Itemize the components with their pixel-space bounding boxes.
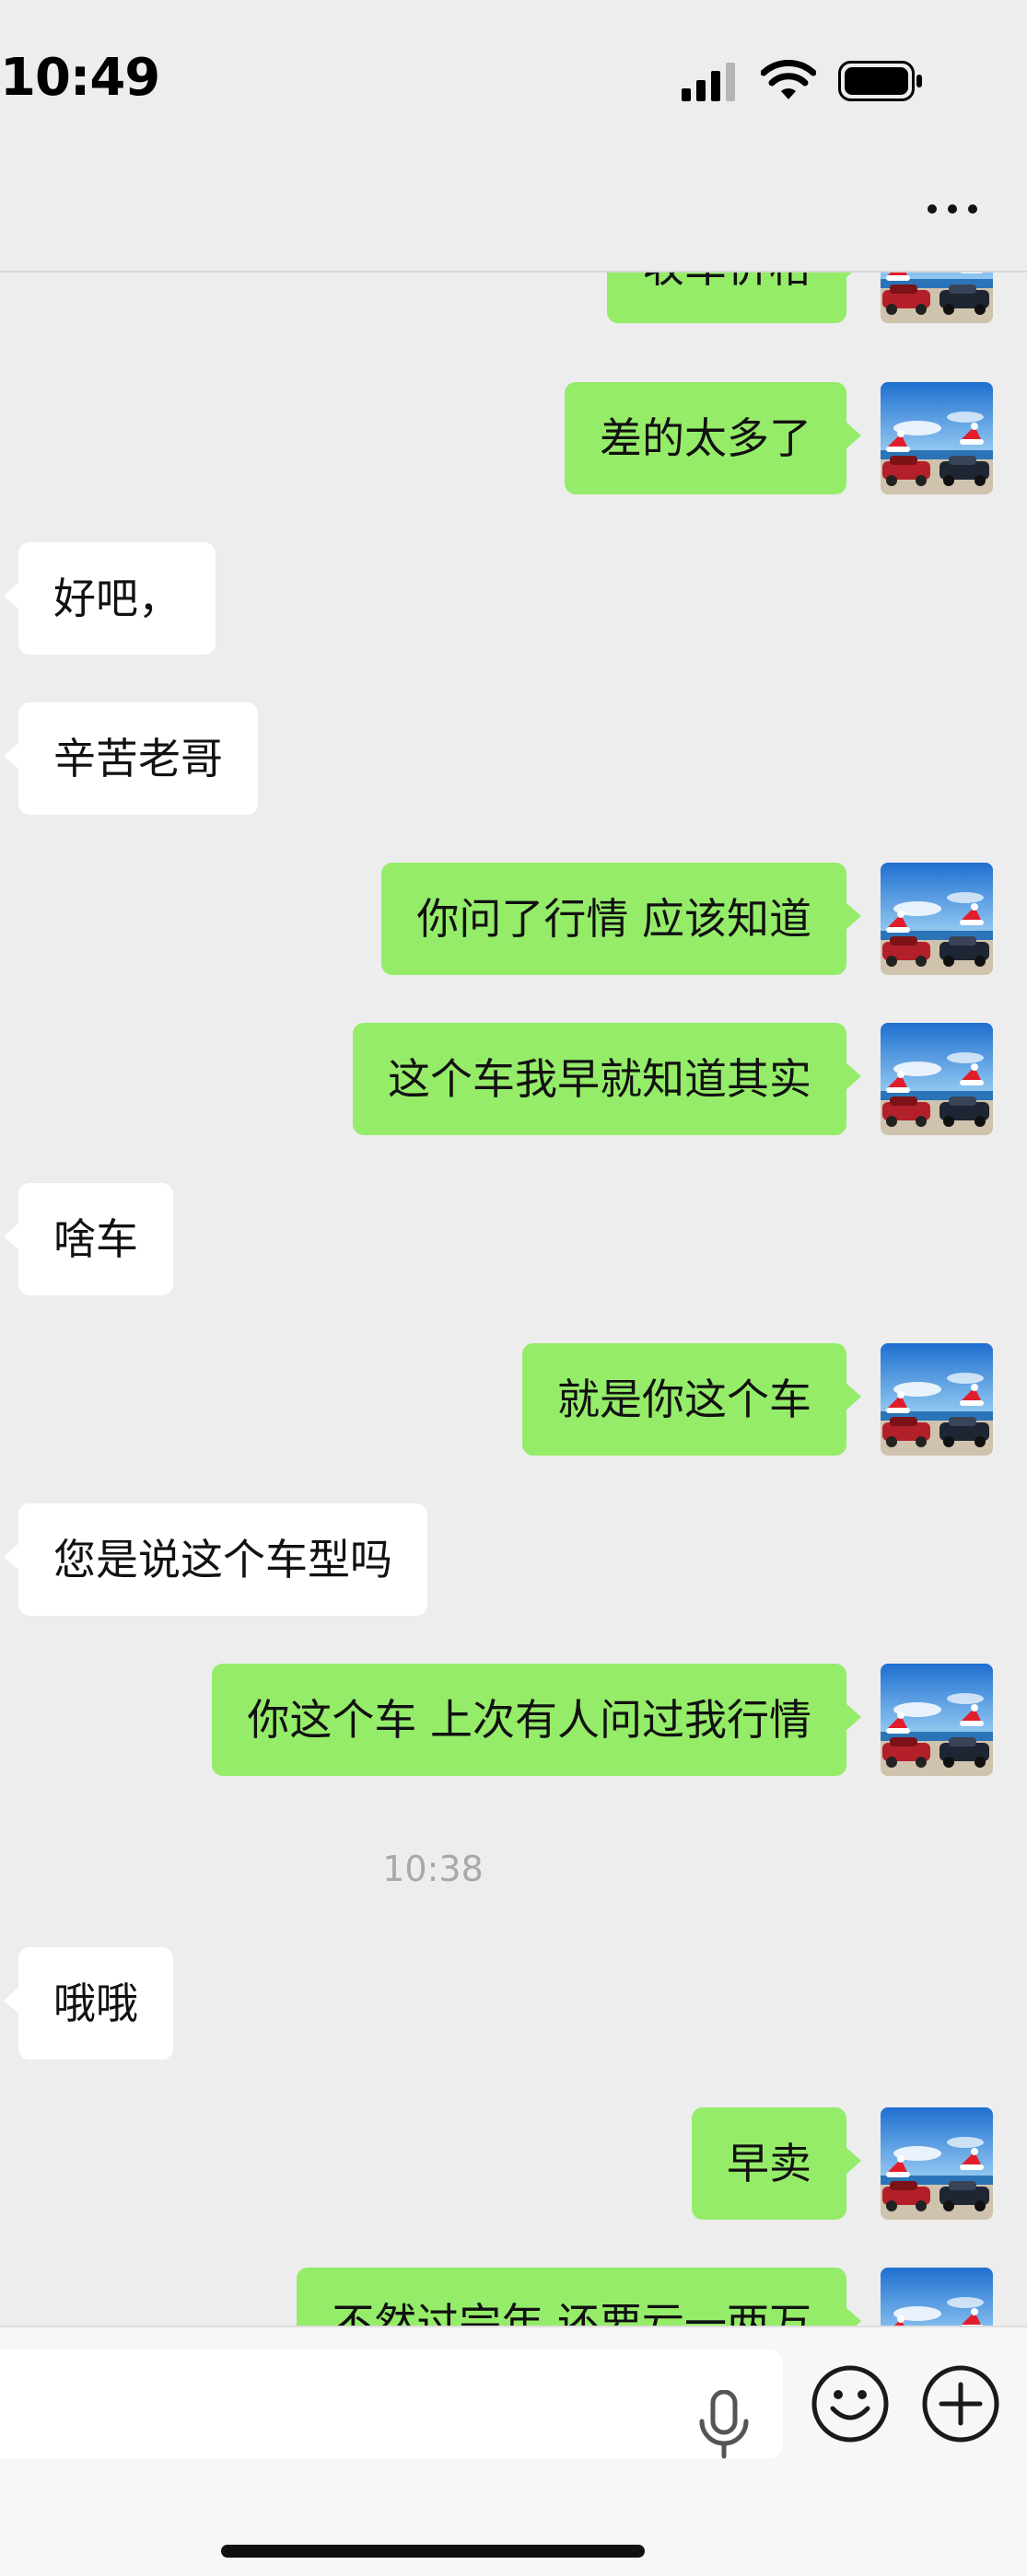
contact-message-bubble[interactable]: 您是说这个车型吗	[4, 1503, 427, 1616]
my-message-bubble[interactable]: 就是你这个车	[522, 1343, 861, 1456]
my-message-bubble[interactable]: 你这个车 上次有人问过我行情	[212, 1664, 861, 1776]
my-avatar[interactable]	[881, 863, 993, 975]
my-avatar[interactable]	[881, 273, 993, 323]
message-list[interactable]: 收车价格 差的太多了 好吧， 辛苦老哥 你问了行情 应该知道 这个车我早就知道其…	[0, 273, 1027, 2326]
message-row: 你这个车 上次有人问过我行情	[0, 1664, 1027, 1776]
message-row: 哦哦	[0, 1947, 1027, 2060]
message-row: 差的太多了	[0, 382, 1027, 494]
message-input[interactable]	[0, 2350, 783, 2460]
my-avatar[interactable]	[881, 1664, 993, 1776]
input-bar	[0, 2326, 1027, 2576]
my-avatar[interactable]	[881, 2268, 993, 2326]
emoji-icon[interactable]	[811, 2364, 890, 2443]
my-avatar[interactable]	[881, 382, 993, 494]
contact-message-bubble[interactable]: 好吧，	[4, 542, 216, 655]
wifi-icon	[761, 60, 816, 99]
contact-message-bubble[interactable]: 哦哦	[4, 1947, 173, 2060]
my-avatar[interactable]	[881, 1023, 993, 1135]
message-row: 就是你这个车	[0, 1343, 1027, 1456]
more-icon[interactable]	[928, 193, 983, 221]
contact-message-bubble[interactable]: 辛苦老哥	[4, 702, 258, 815]
message-row: 这个车我早就知道其实	[0, 1023, 1027, 1135]
contact-message-bubble[interactable]: 啥车	[4, 1183, 173, 1295]
my-avatar[interactable]	[881, 2107, 993, 2220]
battery-icon	[838, 61, 922, 101]
my-message-bubble[interactable]: 不然过完年 还要亏一两万	[297, 2268, 861, 2326]
my-message-bubble[interactable]: 差的太多了	[565, 382, 861, 494]
home-indicator[interactable]	[221, 2545, 645, 2558]
message-row: 你问了行情 应该知道	[0, 863, 1027, 975]
my-avatar[interactable]	[881, 1343, 993, 1456]
message-row: 啥车	[0, 1183, 1027, 1295]
my-message-bubble[interactable]: 收车价格	[607, 273, 861, 323]
message-timestamp: 10:38	[382, 1849, 484, 1889]
cellular-signal-icon	[682, 63, 735, 101]
status-time: 10:49	[0, 48, 160, 108]
message-row: 好吧，	[0, 542, 1027, 655]
message-row: 早卖	[0, 2107, 1027, 2220]
message-row: 您是说这个车型吗	[0, 1503, 1027, 1616]
status-bar: 10:49	[0, 0, 1027, 147]
microphone-icon[interactable]	[696, 2390, 752, 2460]
message-row: 辛苦老哥	[0, 702, 1027, 815]
message-row: 不然过完年 还要亏一两万	[0, 2268, 1027, 2326]
message-row: 收车价格	[0, 273, 1027, 323]
chat-header	[0, 147, 1027, 273]
my-message-bubble[interactable]: 你问了行情 应该知道	[381, 863, 861, 975]
my-message-bubble[interactable]: 早卖	[692, 2107, 861, 2220]
my-message-bubble[interactable]: 这个车我早就知道其实	[353, 1023, 861, 1135]
plus-icon[interactable]	[921, 2364, 1000, 2443]
